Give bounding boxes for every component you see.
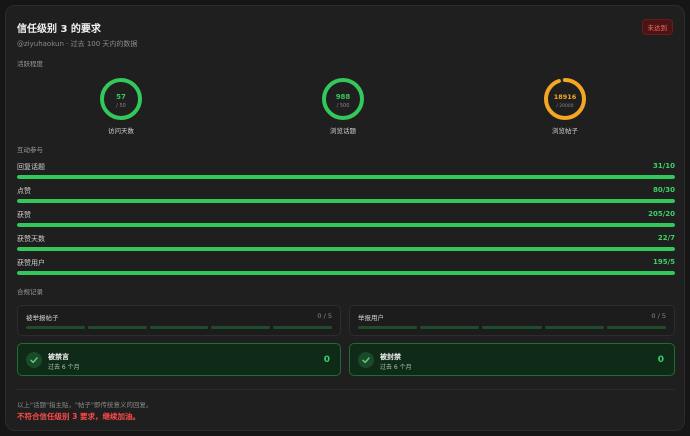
bar-value: 205/20 <box>648 210 675 218</box>
bar-value: 31/10 <box>652 162 675 170</box>
ring-total: / 50 <box>116 103 126 109</box>
status-sub: 过去 6 个月 <box>380 364 412 371</box>
ring-visit-days-graphic: 57 / 50 <box>100 78 142 120</box>
bar-label: 获赞用户 <box>17 259 45 267</box>
activity-section-title: 活跃程度 <box>17 60 43 68</box>
bar-likes-given: 点赞 80/30 <box>17 186 675 203</box>
compliance-section-title: 合规记录 <box>17 288 43 296</box>
box-label: 被举报帖子 <box>26 314 59 322</box>
ring-visit-days: 57 / 50 访问天数 <box>76 76 166 135</box>
footer-note: 以上"话题"指主贴，"帖子"即传统意义的回复。 <box>17 401 153 409</box>
bar-label: 回复话题 <box>17 163 45 171</box>
bar-value: 22/7 <box>657 234 675 242</box>
progress-fill <box>17 247 675 251</box>
ring-total: / 500 <box>337 103 350 109</box>
ring-value: 988 <box>336 93 351 101</box>
ring-label: 浏览帖子 <box>552 127 578 135</box>
reported-posts-box: 被举报帖子 0 / 5 <box>17 305 341 336</box>
suspended-status-box: 被封禁 过去 6 个月 0 <box>349 343 675 376</box>
progress-track <box>17 271 675 275</box>
interaction-section-title: 互动参与 <box>17 146 43 154</box>
ring-browse-posts-graphic: 18916 / 20000 <box>544 78 586 120</box>
ring-value: 18916 <box>554 93 577 101</box>
ring-browse-posts: 18916 / 20000 浏览帖子 <box>520 76 610 135</box>
result-message: 不符合信任级别 3 要求，继续加油。 <box>17 412 140 421</box>
check-icon <box>26 352 42 368</box>
bar-liked-days: 获赞天数 22/7 <box>17 234 675 251</box>
progress-track <box>17 175 675 179</box>
status-title: 被封禁 <box>380 353 401 361</box>
divider <box>17 389 675 390</box>
silenced-status-box: 被禁言 过去 6 个月 0 <box>17 343 341 376</box>
status-value: 0 <box>323 355 330 365</box>
trust-level-card: 信任级别 3 的要求 未达到 @ziyuhaokun · 过去 100 天内的数… <box>5 5 685 431</box>
progress-fill <box>17 271 675 275</box>
ring-total: / 20000 <box>556 103 573 109</box>
segment-bar <box>358 326 667 329</box>
ring-value: 57 <box>116 93 126 101</box>
progress-track <box>17 223 675 227</box>
status-title: 被禁言 <box>48 353 69 361</box>
box-label: 举报用户 <box>358 314 384 322</box>
status-sub: 过去 6 个月 <box>48 364 80 371</box>
subtitle: @ziyuhaokun · 过去 100 天内的数据 <box>17 40 138 48</box>
ring-browse-topics: 988 / 500 浏览话题 <box>298 76 388 135</box>
bar-label: 点赞 <box>17 187 31 195</box>
progress-fill <box>17 199 675 203</box>
status-value: 0 <box>657 355 664 365</box>
bar-label: 获赞 <box>17 211 31 219</box>
bar-value: 195/5 <box>652 258 675 266</box>
progress-track <box>17 199 675 203</box>
ring-label: 访问天数 <box>108 127 134 135</box>
status-badge: 未达到 <box>641 19 673 35</box>
bar-label: 获赞天数 <box>17 235 45 243</box>
bar-likes-received: 获赞 205/20 <box>17 210 675 227</box>
box-value: 0 / 5 <box>317 312 332 320</box>
ring-browse-topics-graphic: 988 / 500 <box>322 78 364 120</box>
bar-reply-topics: 回复话题 31/10 <box>17 162 675 179</box>
reported-users-box: 举报用户 0 / 5 <box>349 305 675 336</box>
progress-fill <box>17 223 675 227</box>
bar-liked-users: 获赞用户 195/5 <box>17 258 675 275</box>
progress-track <box>17 247 675 251</box>
progress-fill <box>17 175 675 179</box>
page-title: 信任级别 3 的要求 <box>17 24 101 35</box>
box-value: 0 / 5 <box>651 312 666 320</box>
segment-bar <box>26 326 332 329</box>
check-icon <box>358 352 374 368</box>
bar-value: 80/30 <box>652 186 675 194</box>
ring-label: 浏览话题 <box>330 127 356 135</box>
